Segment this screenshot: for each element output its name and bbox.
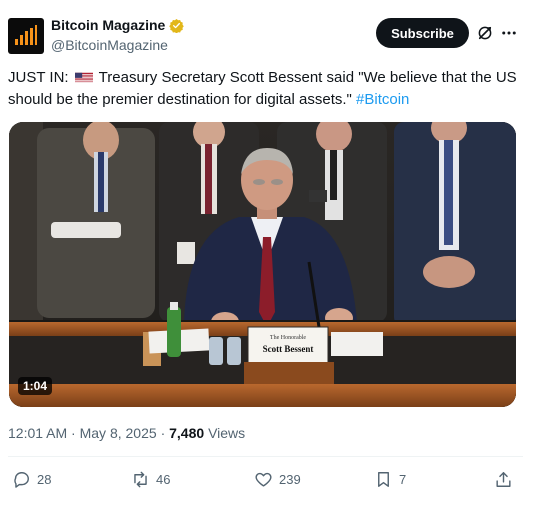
repost-button[interactable]: 46 — [131, 468, 170, 490]
bookmark-count: 7 — [399, 471, 407, 487]
bitcoin-magazine-logo-icon — [15, 25, 37, 45]
video-frame: The Honorable Scott Bessent — [9, 122, 516, 407]
tweet-card: Bitcoin Magazine @BitcoinMagazine Subscr… — [0, 0, 533, 506]
share-button[interactable] — [494, 468, 513, 490]
views-label: Views — [208, 425, 246, 441]
bookmark-icon — [378, 471, 389, 487]
heart-icon — [255, 472, 272, 487]
avatar[interactable] — [8, 18, 44, 54]
hashtag-link[interactable]: #Bitcoin — [356, 91, 409, 108]
reply-icon — [14, 471, 29, 488]
divider — [8, 456, 523, 457]
share-icon — [496, 471, 511, 487]
tweet-prefix: JUST IN: — [8, 69, 69, 86]
meta-separator: · — [160, 425, 166, 441]
grok-icon[interactable] — [476, 24, 494, 42]
reply-count: 28 — [37, 471, 52, 487]
meta-separator: · — [71, 425, 76, 441]
reply-button[interactable]: 28 — [12, 468, 51, 490]
repost-count: 46 — [156, 471, 171, 487]
verified-badge-icon — [169, 18, 185, 33]
more-options-icon[interactable] — [500, 24, 518, 42]
like-count: 239 — [279, 471, 301, 487]
tweet-text: JUST IN: Treasury Secretary Scott Bessen… — [8, 67, 523, 111]
account-name-row[interactable]: Bitcoin Magazine — [51, 17, 185, 33]
account-handle[interactable]: @BitcoinMagazine — [51, 37, 168, 53]
account-name[interactable]: Bitcoin Magazine — [51, 17, 165, 33]
nameplate-name-text: Scott Bessent — [263, 344, 314, 354]
tweet-meta: 12:01 AM · May 8, 2025 · 7,480 Views — [8, 425, 245, 441]
video-duration-badge: 1:04 — [18, 377, 53, 395]
views-count: 7,480 — [169, 425, 205, 441]
like-button[interactable]: 239 — [254, 468, 301, 490]
tweet-date[interactable]: May 8, 2025 — [80, 425, 157, 441]
nameplate-small-text: The Honorable — [270, 335, 306, 341]
us-flag-icon — [74, 72, 93, 83]
tweet-time[interactable]: 12:01 AM — [8, 425, 67, 441]
video-player[interactable]: The Honorable Scott Bessent — [9, 122, 516, 407]
repost-icon — [134, 471, 147, 487]
subscribe-button[interactable]: Subscribe — [376, 18, 469, 48]
bookmark-button[interactable]: 7 — [374, 468, 406, 490]
